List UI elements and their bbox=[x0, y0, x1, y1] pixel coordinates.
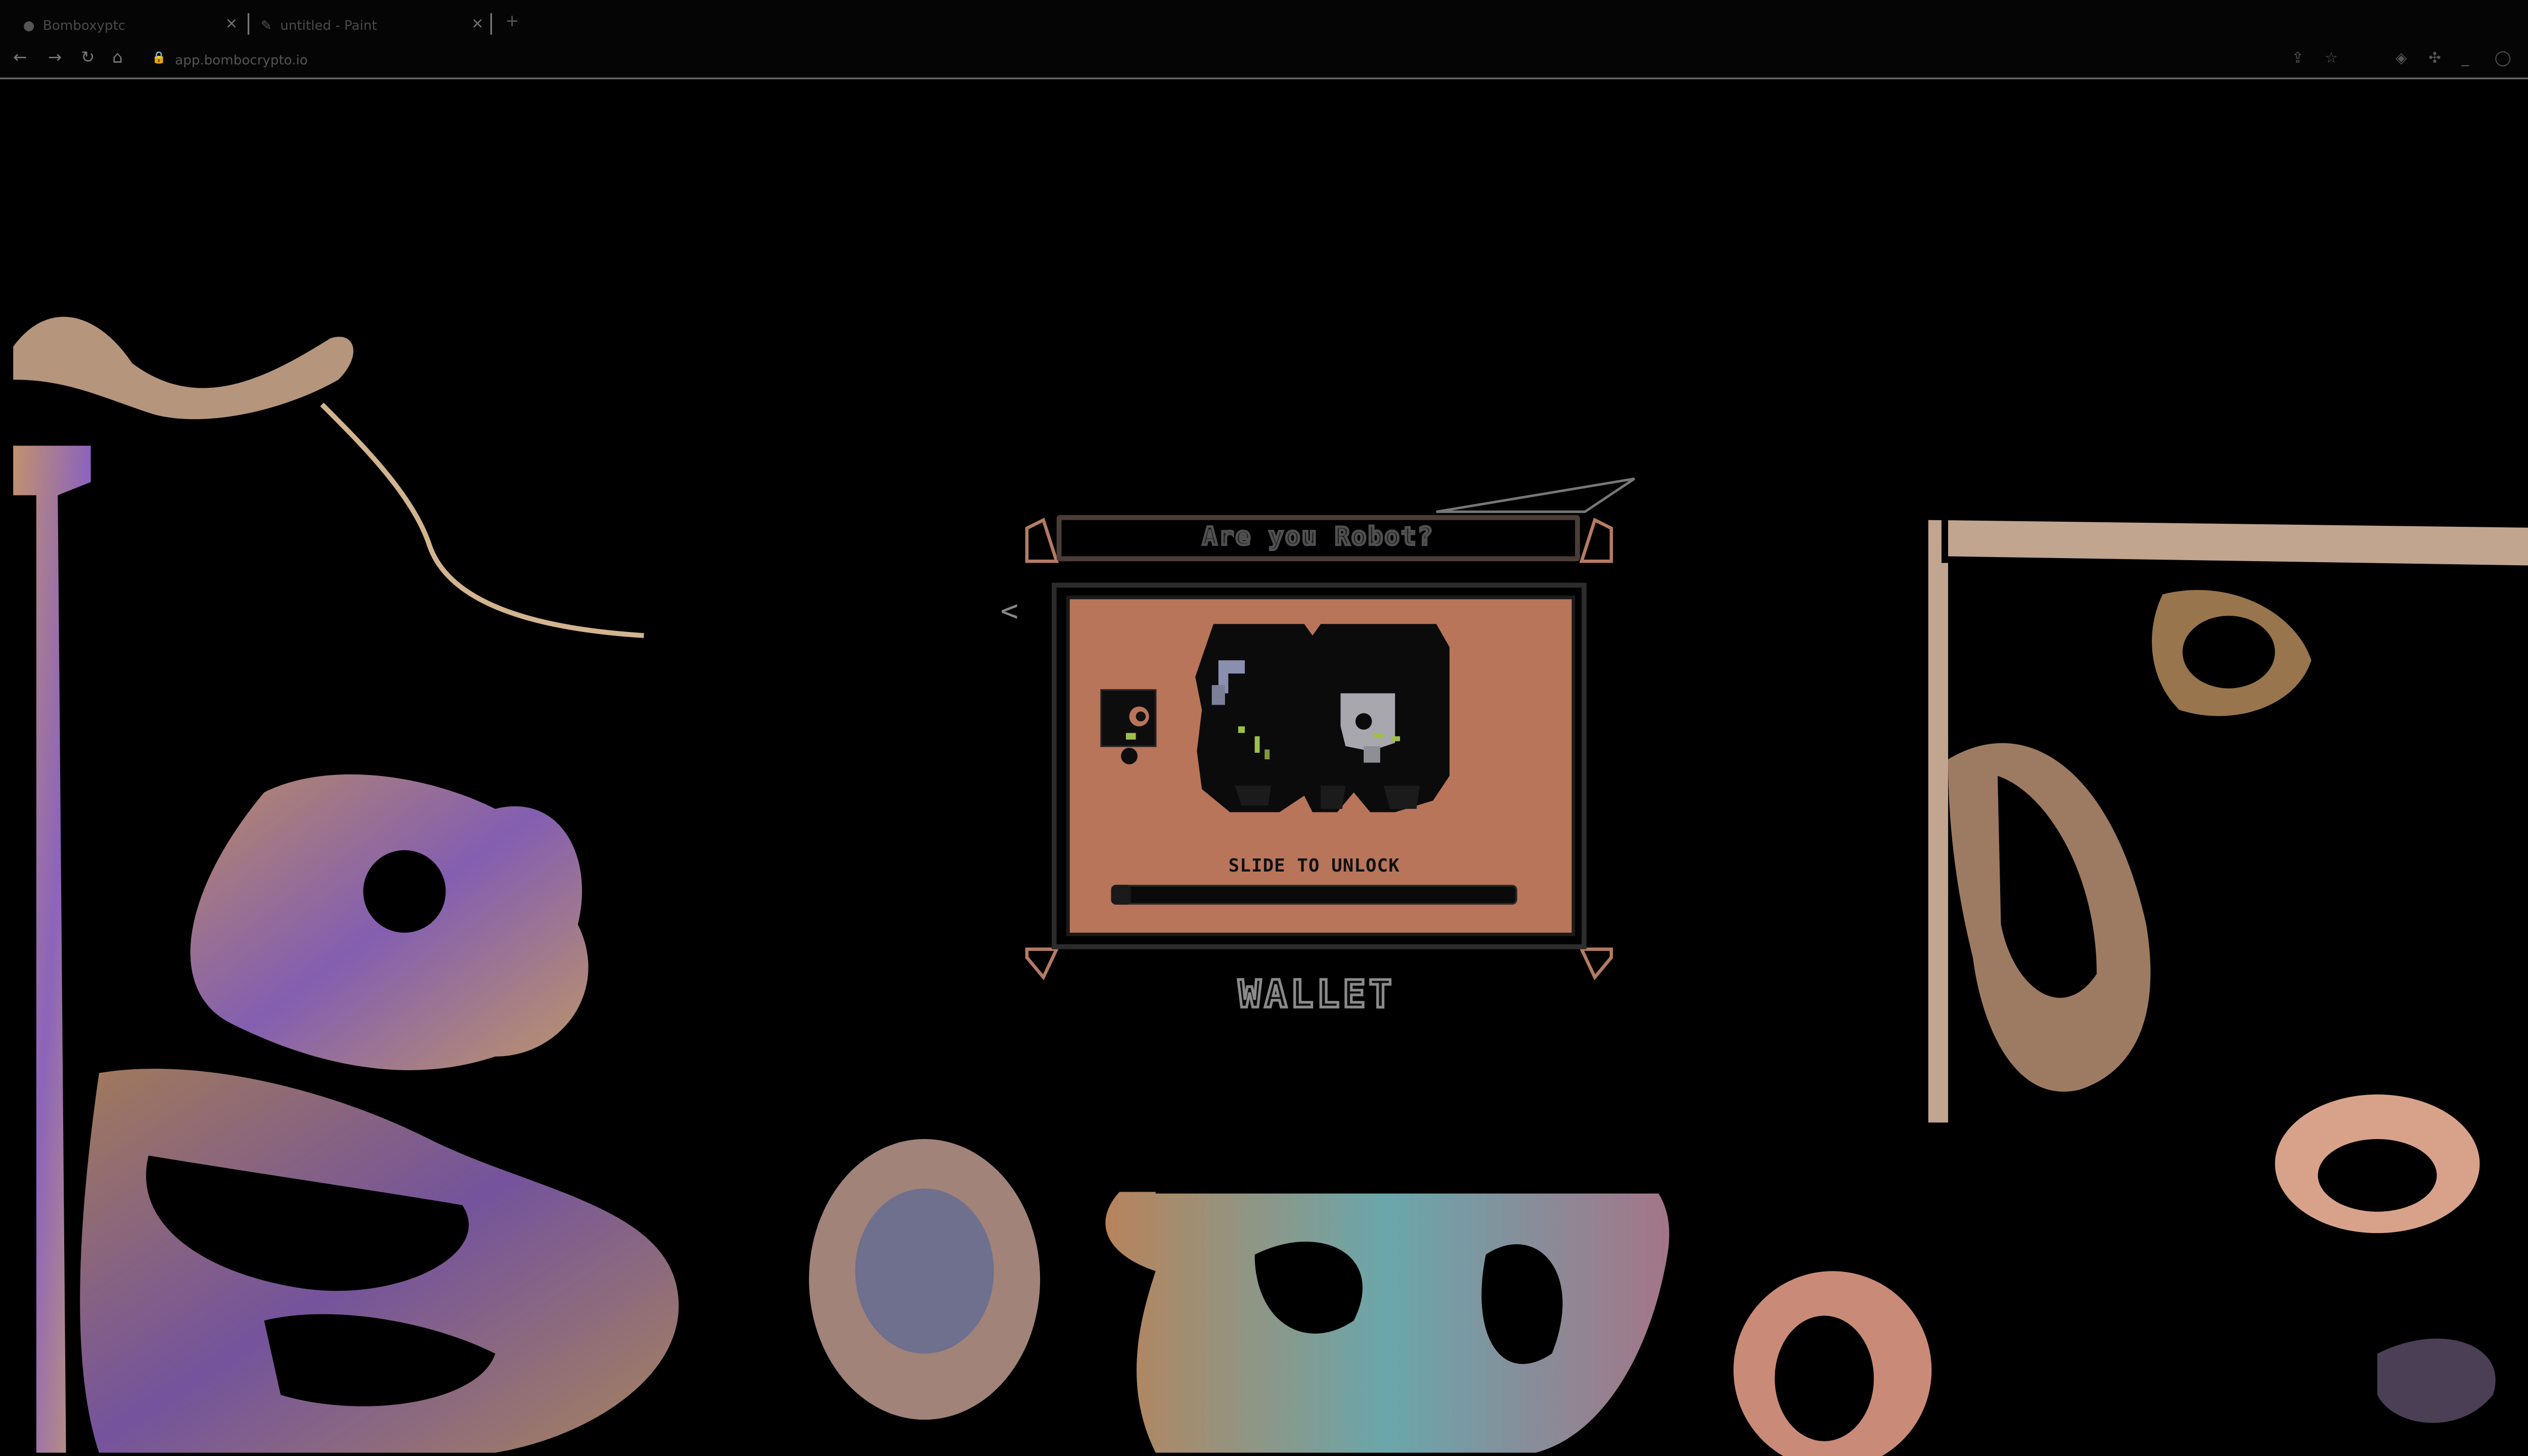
puzzle-piece[interactable] bbox=[1100, 689, 1157, 764]
slide-to-unlock-label: SLIDE TO UNLOCK bbox=[1228, 855, 1400, 877]
captcha-image bbox=[1100, 624, 1450, 812]
unlock-slider-handle[interactable] bbox=[1111, 885, 1131, 905]
puzzle-character bbox=[1195, 624, 1450, 812]
page: ● Bomboxyptc × ✎ untitled - Paint × + ⌄ … bbox=[0, 0, 2528, 1456]
unlock-slider-track[interactable] bbox=[1111, 885, 1517, 905]
wallet-label: WALLET bbox=[1237, 973, 1395, 1018]
